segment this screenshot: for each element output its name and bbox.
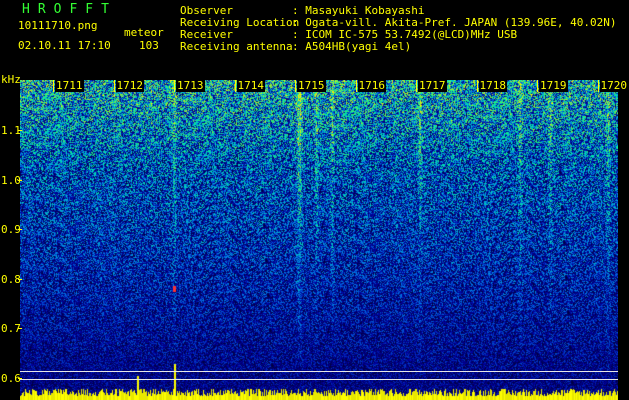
detection-count: 103 [139, 39, 159, 52]
reference-line [20, 379, 618, 380]
x-tick-label: 1714 [236, 79, 265, 92]
x-tick-mark [113, 80, 115, 92]
spectrogram-canvas [20, 80, 618, 400]
x-tick-mark [234, 80, 236, 92]
y-tick-mark [18, 130, 22, 131]
x-tick-label: 1720 [599, 79, 628, 92]
reference-line [20, 371, 618, 372]
x-tick-label: 1718 [478, 79, 507, 92]
x-tick-label: 1712 [115, 79, 144, 92]
x-tick-mark [295, 80, 296, 92]
x-tick-mark [597, 80, 599, 92]
x-tick-label: 1713 [176, 79, 205, 92]
y-axis-unit: kHz [1, 73, 21, 86]
y-tick-mark [18, 229, 22, 230]
y-tick-mark [18, 180, 22, 181]
x-tick-mark [537, 80, 538, 92]
filename: 10111710.png [18, 19, 98, 32]
y-tick-mark [18, 279, 22, 280]
x-tick-label: 1719 [539, 79, 568, 92]
y-tick-mark [18, 328, 22, 329]
mode-label: meteor [124, 26, 164, 39]
x-tick-mark [476, 80, 478, 92]
app-title: HROFFT [22, 2, 117, 17]
x-tick-label: 1711 [55, 79, 84, 92]
x-tick-mark [355, 80, 357, 92]
x-tick-label: 1717 [418, 79, 447, 92]
date-time: 02.10.11 17:10 [18, 39, 111, 52]
x-tick-mark [416, 80, 417, 92]
spectrogram [20, 80, 618, 400]
antenna-label: Receiving antenna [180, 40, 293, 53]
x-tick-mark [53, 80, 54, 92]
x-tick-mark [174, 80, 175, 92]
x-tick-label: 1715 [297, 79, 326, 92]
x-tick-label: 1716 [357, 79, 386, 92]
antenna-value: : A504HB(yagi 4el) [292, 40, 412, 53]
